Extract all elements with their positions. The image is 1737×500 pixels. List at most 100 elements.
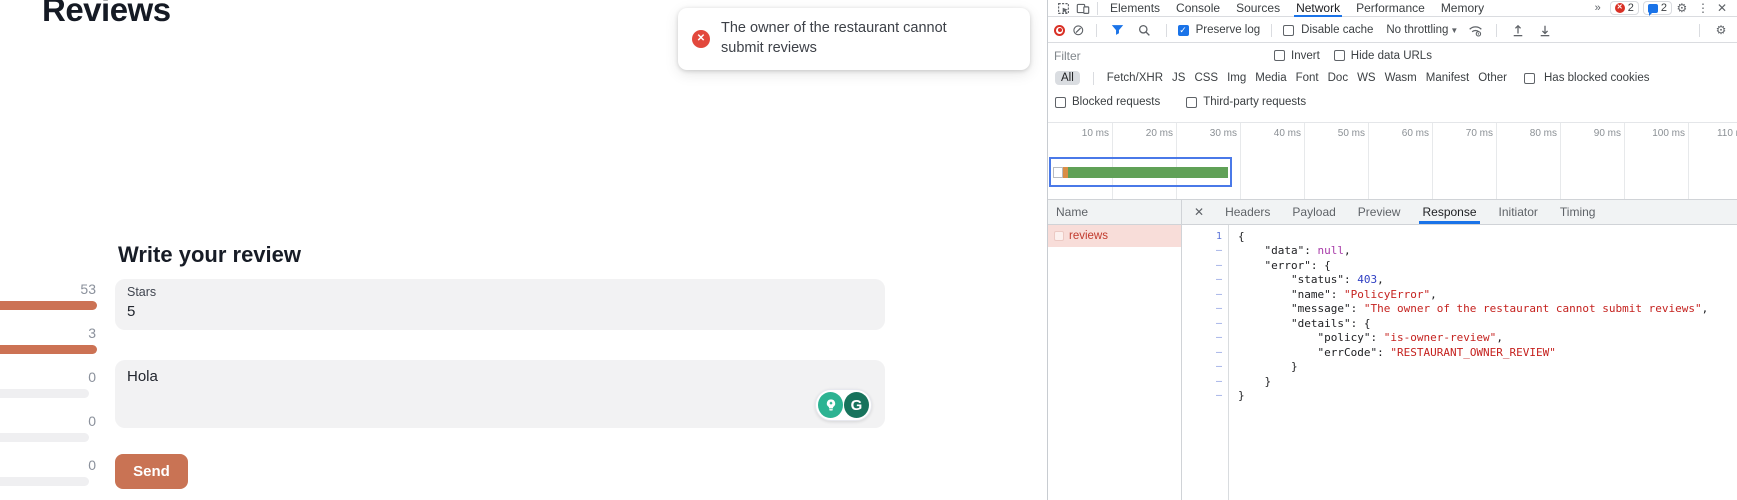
rating-bar <box>0 301 97 310</box>
invert-checkbox[interactable] <box>1274 50 1285 61</box>
network-overview-timeline[interactable]: 10 ms20 ms30 ms40 ms50 ms60 ms70 ms80 ms… <box>1048 122 1737 200</box>
filter-input[interactable] <box>1054 49 1216 63</box>
tab-console[interactable]: Console <box>1168 0 1228 16</box>
detail-tab-preview[interactable]: Preview <box>1347 200 1412 224</box>
code-text: "status": 403, <box>1229 273 1384 286</box>
filter-chip-img[interactable]: Img <box>1227 72 1246 84</box>
disable-cache-checkbox[interactable] <box>1283 25 1294 36</box>
detail-tab-response[interactable]: Response <box>1411 200 1487 224</box>
code-line: – "message": "The owner of the restauran… <box>1182 302 1737 317</box>
filter-chip-all[interactable]: All <box>1055 71 1080 85</box>
rating-bar <box>0 477 89 486</box>
filter-chip-fetchxhr[interactable]: Fetch/XHR <box>1107 72 1163 84</box>
fold-marker-icon[interactable]: – <box>1182 361 1229 372</box>
stars-label: Stars <box>127 285 156 299</box>
timeline-selection-window[interactable] <box>1049 157 1232 187</box>
fold-marker-icon[interactable]: – <box>1182 303 1229 314</box>
third-party-requests-checkbox[interactable] <box>1186 97 1197 108</box>
blocked-requests-checkbox[interactable] <box>1055 97 1066 108</box>
timeline-tick: 100 ms <box>1625 123 1689 200</box>
network-conditions-icon[interactable] <box>1465 22 1485 38</box>
grammarly-logo-icon[interactable]: G <box>844 392 869 418</box>
detail-tab-initiator[interactable]: Initiator <box>1488 200 1549 224</box>
review-textarea[interactable]: Hola G <box>115 360 885 428</box>
filter-chip-css[interactable]: CSS <box>1194 72 1218 84</box>
divider <box>1093 72 1094 85</box>
preserve-log-checkbox[interactable]: ✓ <box>1178 25 1189 36</box>
tab-elements[interactable]: Elements <box>1102 0 1168 16</box>
code-line: – "status": 403, <box>1182 273 1737 288</box>
fold-marker-icon[interactable]: – <box>1182 332 1229 343</box>
filter-funnel-icon[interactable] <box>1108 22 1128 38</box>
network-settings-gear-icon[interactable]: ⚙ <box>1711 22 1731 38</box>
rating-count: 53 <box>0 281 97 297</box>
divider <box>1096 24 1097 37</box>
has-blocked-cookies-checkbox[interactable] <box>1524 73 1535 84</box>
more-tabs-icon[interactable]: » <box>1590 2 1606 14</box>
bar-segment-waiting <box>1053 167 1063 178</box>
fold-marker-icon[interactable]: – <box>1182 260 1229 271</box>
fold-marker-icon[interactable]: – <box>1182 289 1229 300</box>
code-line: – "details": { <box>1182 316 1737 331</box>
filter-row: Invert Hide data URLs <box>1048 44 1737 67</box>
filter-chip-manifest[interactable]: Manifest <box>1426 72 1469 84</box>
message-count-badge[interactable]: 2 <box>1643 1 1672 15</box>
divider <box>1699 24 1700 37</box>
search-icon[interactable] <box>1135 22 1155 38</box>
fold-marker-icon[interactable]: – <box>1182 390 1229 401</box>
send-button[interactable]: Send <box>115 454 188 489</box>
detail-tab-timing[interactable]: Timing <box>1549 200 1607 224</box>
grammarly-suggestion-icon[interactable] <box>818 392 843 418</box>
filter-chip-wasm[interactable]: Wasm <box>1385 72 1417 84</box>
detail-tab-payload[interactable]: Payload <box>1281 200 1346 224</box>
device-toolbar-icon[interactable] <box>1073 0 1093 16</box>
detail-tab-headers[interactable]: Headers <box>1214 200 1281 224</box>
tab-sources[interactable]: Sources <box>1228 0 1288 16</box>
close-detail-icon[interactable]: ✕ <box>1182 205 1214 219</box>
filter-chip-doc[interactable]: Doc <box>1328 72 1348 84</box>
close-devtools-icon[interactable]: ✕ <box>1714 1 1732 15</box>
filter-chip-other[interactable]: Other <box>1478 72 1507 84</box>
message-badge-icon <box>1648 4 1658 13</box>
fold-marker-icon[interactable]: – <box>1182 376 1229 387</box>
filter-chip-ws[interactable]: WS <box>1357 72 1376 84</box>
filter-chip-media[interactable]: Media <box>1255 72 1286 84</box>
stars-value: 5 <box>127 303 135 320</box>
code-text: "policy": "is-owner-review", <box>1229 331 1503 344</box>
message-count: 2 <box>1661 2 1667 14</box>
import-har-icon[interactable] <box>1508 22 1528 38</box>
requests-name-column: Name reviews <box>1048 200 1182 500</box>
rating-count: 0 <box>0 369 97 385</box>
request-name: reviews <box>1069 230 1108 242</box>
export-har-icon[interactable] <box>1535 22 1555 38</box>
record-network-log-icon[interactable] <box>1054 25 1065 36</box>
name-column-header[interactable]: Name <box>1048 200 1181 225</box>
rating-distribution: 533000 <box>0 281 97 500</box>
throttling-select[interactable]: No throttling▼ <box>1386 24 1458 36</box>
filter-chip-font[interactable]: Font <box>1296 72 1319 84</box>
fold-marker-icon[interactable]: – <box>1182 274 1229 285</box>
request-type-chips: All Fetch/XHR JS CSS Img Media Font Doc WS Wasm Ma… <box>1048 67 1737 89</box>
code-line: – } <box>1182 374 1737 389</box>
fold-marker-icon[interactable]: – <box>1182 245 1229 256</box>
disable-cache-label: Disable cache <box>1301 24 1373 36</box>
request-detail-tabbar: ✕ HeadersPayloadPreviewResponseInitiator… <box>1182 200 1737 225</box>
filter-chip-js[interactable]: JS <box>1172 72 1185 84</box>
hide-data-urls-checkbox[interactable] <box>1334 50 1345 61</box>
hide-data-urls-label: Hide data URLs <box>1351 50 1432 62</box>
request-row-reviews[interactable]: reviews <box>1048 225 1181 247</box>
code-text: "error": { <box>1229 259 1331 272</box>
inspect-element-icon[interactable] <box>1053 0 1073 16</box>
clear-network-log-icon[interactable]: ⊘ <box>1072 23 1085 38</box>
stars-field[interactable]: Stars 5 <box>115 279 885 330</box>
rating-row: 3 <box>0 325 97 369</box>
tab-memory[interactable]: Memory <box>1433 0 1492 16</box>
fold-marker-icon[interactable]: – <box>1182 347 1229 358</box>
tab-network[interactable]: Network <box>1288 0 1348 16</box>
fold-marker-icon[interactable]: – <box>1182 318 1229 329</box>
kebab-menu-icon[interactable]: ⋮ <box>1692 1 1714 15</box>
rating-bar <box>0 433 89 442</box>
settings-gear-icon[interactable]: ⚙ <box>1672 0 1692 16</box>
tab-performance[interactable]: Performance <box>1348 0 1433 16</box>
error-count-badge[interactable]: ✕ 2 <box>1610 1 1639 15</box>
